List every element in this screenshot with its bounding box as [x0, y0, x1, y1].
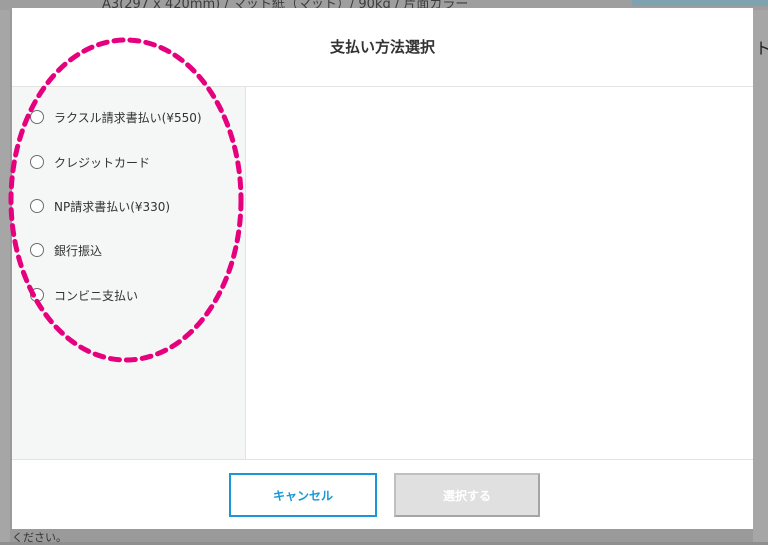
radio-button[interactable] — [30, 155, 44, 169]
payment-detail-panel — [246, 87, 753, 459]
background-left-strip — [0, 10, 10, 542]
cancel-button[interactable]: キャンセル — [229, 473, 377, 517]
radio-button[interactable] — [30, 110, 44, 124]
modal-body: ラクスル請求書払い(¥550) クレジットカード NP請求書払い(¥330) 銀… — [12, 87, 753, 459]
radio-button[interactable] — [30, 243, 44, 257]
payment-option-label: クレジットカード — [54, 155, 151, 170]
payment-option-label: コンビニ支払い — [54, 288, 139, 303]
payment-option-np-invoice[interactable]: NP請求書払い(¥330) — [30, 194, 170, 218]
background-badge — [632, 0, 768, 6]
background-bottom-text: ください。 — [12, 531, 67, 544]
payment-option-raksul-invoice[interactable]: ラクスル請求書払い(¥550) — [30, 105, 202, 129]
select-button[interactable]: 選択する — [394, 473, 540, 517]
payment-option-credit-card[interactable]: クレジットカード — [30, 150, 150, 174]
radio-button[interactable] — [30, 199, 44, 213]
background-right-text: ト — [755, 39, 768, 58]
modal-header: 支払い方法選択 — [12, 8, 753, 87]
payment-option-label: NP請求書払い(¥330) — [54, 199, 171, 214]
payment-options-panel: ラクスル請求書払い(¥550) クレジットカード NP請求書払い(¥330) 銀… — [12, 87, 246, 459]
payment-method-modal: 支払い方法選択 ラクスル請求書払い(¥550) クレジットカード NP請求書払い… — [12, 8, 753, 529]
payment-option-label: 銀行振込 — [54, 243, 103, 258]
payment-option-convenience-store[interactable]: コンビニ支払い — [30, 283, 138, 307]
payment-option-bank-transfer[interactable]: 銀行振込 — [30, 238, 102, 262]
background-right-strip — [753, 10, 768, 542]
modal-footer: キャンセル 選択する — [12, 459, 753, 529]
modal-title: 支払い方法選択 — [329, 38, 435, 56]
radio-button[interactable] — [30, 288, 44, 302]
payment-option-label: ラクスル請求書払い(¥550) — [54, 110, 202, 125]
